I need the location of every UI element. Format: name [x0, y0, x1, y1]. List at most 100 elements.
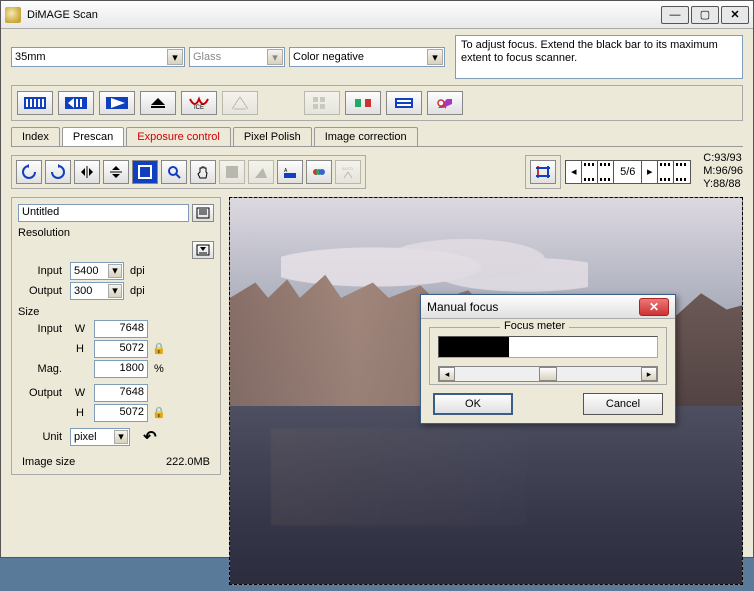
- ok-button[interactable]: OK: [433, 393, 513, 415]
- flip-horizontal-button[interactable]: [74, 160, 100, 184]
- cyan-readout: C:93/93: [703, 152, 743, 165]
- mag-label: Mag.: [18, 363, 62, 375]
- main-toolbar: ICE: [11, 85, 743, 121]
- film-strip-icon: [658, 161, 674, 183]
- w-label: W: [70, 387, 90, 399]
- scroll-right-button[interactable]: ▸: [641, 367, 657, 381]
- holder-value: Glass: [193, 51, 221, 63]
- rotate-left-button[interactable]: [16, 160, 42, 184]
- image-size-value: 222.0MB: [166, 456, 210, 468]
- scan-button[interactable]: [99, 91, 135, 115]
- input-res-select[interactable]: 5400▾: [70, 262, 124, 280]
- tab-exposure[interactable]: Exposure control: [126, 127, 231, 146]
- load-job-button[interactable]: [192, 241, 214, 259]
- film-type-select[interactable]: Color negative ▾: [289, 47, 445, 67]
- next-frame-button[interactable]: ▸: [642, 161, 658, 183]
- color-match-button[interactable]: [345, 91, 381, 115]
- mag-field[interactable]: 1800: [94, 360, 148, 378]
- lock-icon[interactable]: 🔒: [152, 406, 166, 420]
- tab-index[interactable]: Index: [11, 127, 60, 146]
- maximize-button[interactable]: ▢: [691, 6, 719, 24]
- crop-toolbar: [525, 155, 561, 189]
- fit-window-button[interactable]: [132, 160, 158, 184]
- window-close-button[interactable]: ✕: [721, 6, 749, 24]
- dropdown-arrow-icon: ▾: [427, 49, 443, 65]
- input-w-field[interactable]: 7648: [94, 320, 148, 338]
- film-strip-icon: [582, 161, 598, 183]
- yellow-readout: Y:88/88: [703, 178, 743, 191]
- unit-label: Unit: [18, 431, 62, 443]
- output-res-select[interactable]: 300▾: [70, 282, 124, 300]
- rotate-right-button[interactable]: [45, 160, 71, 184]
- dropdown-arrow-icon: ▾: [167, 49, 183, 65]
- tab-bar: Index Prescan Exposure control Pixel Pol…: [11, 127, 743, 147]
- save-job-button[interactable]: [192, 204, 214, 222]
- dropdown-arrow-icon: ▾: [108, 264, 122, 278]
- minimize-button[interactable]: —: [661, 6, 689, 24]
- point-af-button[interactable]: [306, 160, 332, 184]
- dialog-close-button[interactable]: ✕: [639, 298, 669, 316]
- resolution-label: Resolution: [18, 227, 214, 239]
- focus-meter: [438, 336, 658, 358]
- output-res-label: Output: [18, 285, 62, 297]
- input-h-field[interactable]: 5072: [94, 340, 148, 358]
- output-size-label: Output: [18, 387, 62, 399]
- frame-indicator: ◂ 5/6 ▸: [565, 160, 691, 184]
- svg-text:AUTO: AUTO: [342, 166, 353, 171]
- crop-button[interactable]: [530, 160, 556, 184]
- dialog-title: Manual focus: [427, 300, 639, 314]
- prev-frame-button[interactable]: ◂: [566, 161, 582, 183]
- app-window: DiMAGE Scan — ▢ ✕ 35mm ▾ Glass ▾ Color n…: [0, 0, 754, 558]
- frame-number: 5/6: [614, 161, 642, 183]
- dpi-label: dpi: [130, 265, 145, 277]
- svg-text:ICE: ICE: [194, 105, 204, 111]
- tab-image-correction[interactable]: Image correction: [314, 127, 418, 146]
- prescan-toolbar: A AUTO: [11, 155, 366, 189]
- manual-focus-button: [248, 160, 274, 184]
- scroll-left-button[interactable]: ◂: [439, 367, 455, 381]
- auto-focus-button[interactable]: A: [277, 160, 303, 184]
- w-label: W: [70, 323, 90, 335]
- focus-slider[interactable]: ◂ ▸: [438, 366, 658, 382]
- dpi-label: dpi: [130, 285, 145, 297]
- pan-button[interactable]: [190, 160, 216, 184]
- eject-button[interactable]: [140, 91, 176, 115]
- tab-prescan[interactable]: Prescan: [62, 127, 124, 146]
- window-title: DiMAGE Scan: [27, 9, 661, 21]
- help-button[interactable]: [427, 91, 463, 115]
- image-size-label: Image size: [22, 456, 75, 468]
- output-w-field[interactable]: 7648: [94, 384, 148, 402]
- film-type-value: Color negative: [293, 51, 364, 63]
- reset-button[interactable]: ↶: [138, 428, 162, 446]
- app-icon: [5, 7, 21, 23]
- lock-icon[interactable]: 🔒: [152, 342, 166, 356]
- output-h-field[interactable]: 5072: [94, 404, 148, 422]
- auto-exposure-button: AUTO: [335, 160, 361, 184]
- focus-meter-label: Focus meter: [500, 320, 569, 332]
- titlebar: DiMAGE Scan — ▢ ✕: [1, 1, 753, 29]
- pct-label: %: [154, 363, 164, 375]
- pixel-polish-button: [222, 91, 258, 115]
- film-strip-icon: [598, 161, 614, 183]
- film-format-select[interactable]: 35mm ▾: [11, 47, 185, 67]
- preferences-button[interactable]: [386, 91, 422, 115]
- dialog-titlebar[interactable]: Manual focus ✕: [421, 295, 675, 319]
- auto-crop-button: [219, 160, 245, 184]
- prescan-all-button[interactable]: [58, 91, 94, 115]
- settings-panel: Untitled Resolution Input 5400▾ dpi Outp…: [11, 197, 221, 585]
- digital-ice-button[interactable]: ICE: [181, 91, 217, 115]
- input-size-label: Input: [18, 323, 62, 335]
- load-set-button[interactable]: [17, 91, 53, 115]
- h-label: H: [70, 407, 90, 419]
- cancel-button[interactable]: Cancel: [583, 393, 663, 415]
- slider-thumb[interactable]: [539, 367, 557, 381]
- grid-button: [304, 91, 340, 115]
- tab-pixel-polish[interactable]: Pixel Polish: [233, 127, 312, 146]
- zoom-button[interactable]: [161, 160, 187, 184]
- unit-select[interactable]: pixel▾: [70, 428, 130, 446]
- cmy-readouts: C:93/93 M:96/96 Y:88/88: [703, 152, 743, 192]
- flip-vertical-button[interactable]: [103, 160, 129, 184]
- job-name-field[interactable]: Untitled: [18, 204, 189, 222]
- size-label: Size: [18, 306, 214, 318]
- dropdown-arrow-icon: ▾: [114, 430, 128, 444]
